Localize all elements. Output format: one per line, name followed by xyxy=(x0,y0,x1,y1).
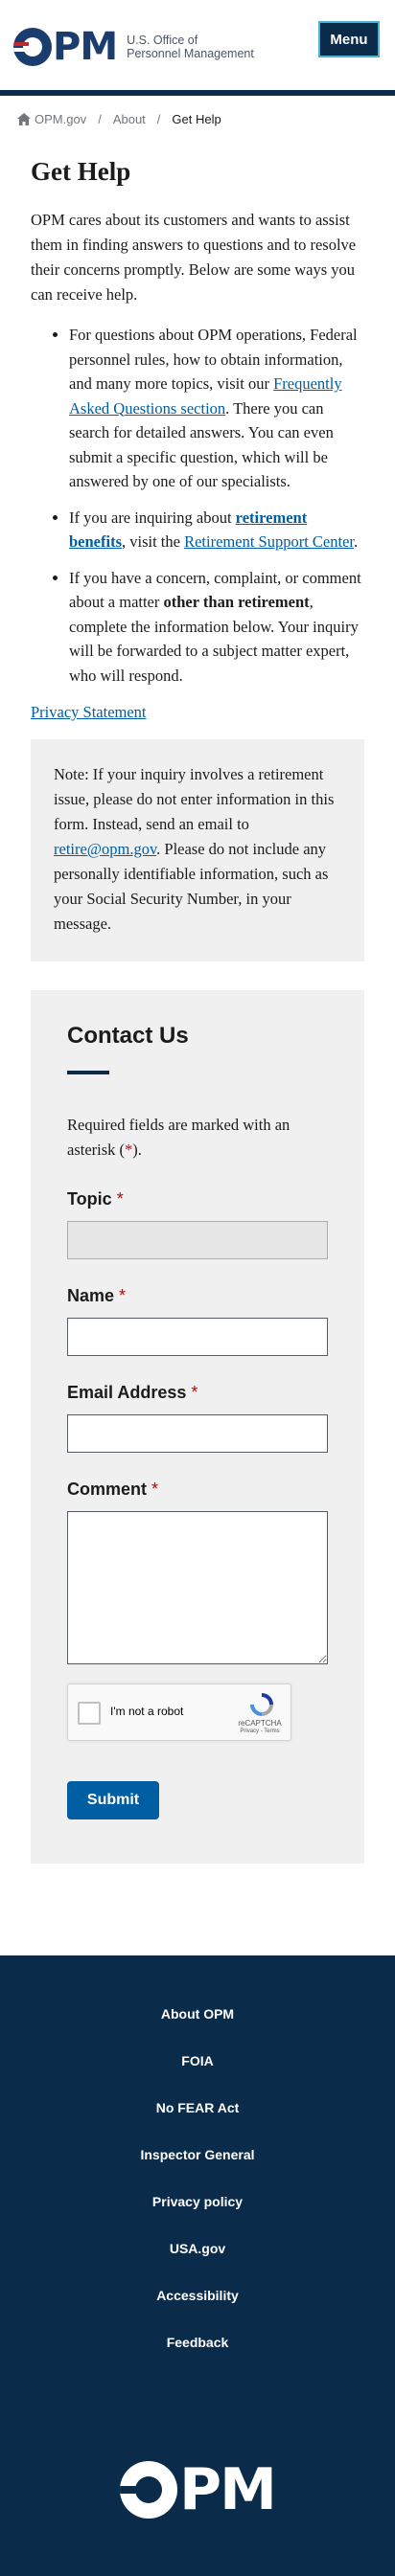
site-header: PM U.S. Office of Personnel Management M… xyxy=(0,0,395,96)
logo-line-1: U.S. Office of xyxy=(127,34,198,47)
footer-links: About OPM FOIA No FEAR Act Inspector Gen… xyxy=(0,1990,395,2365)
breadcrumb-opm-gov[interactable]: OPM.gov xyxy=(35,112,86,126)
email-label: Email Address * xyxy=(67,1383,198,1402)
opm-logo-wordmark: PM xyxy=(53,25,118,69)
breadcrumb-current: Get Help xyxy=(172,111,221,126)
name-input[interactable] xyxy=(67,1318,328,1356)
retire-email-link[interactable]: retire@opm.gov xyxy=(54,840,156,858)
footer-list-item: No FEAR Act xyxy=(0,2084,395,2131)
privacy-statement-link[interactable]: Privacy Statement xyxy=(31,703,364,722)
main-content: Get Help OPM cares about its customers a… xyxy=(0,157,395,1864)
breadcrumb-separator: / xyxy=(98,111,102,126)
form-title: Contact Us xyxy=(67,1023,189,1049)
help-options-list: For questions about OPM operations, Fede… xyxy=(31,323,364,688)
list-item-faq: For questions about OPM operations, Fede… xyxy=(69,323,364,494)
footer-link-accessibility[interactable]: Accessibility xyxy=(156,2288,239,2303)
footer-link-feedback[interactable]: Feedback xyxy=(167,2335,229,2350)
footer-list-item: Accessibility xyxy=(0,2271,395,2318)
name-label: Name * xyxy=(67,1286,127,1305)
other-than-retirement-emphasis: other than retirement xyxy=(163,593,310,611)
footer-list-item: Privacy policy xyxy=(0,2178,395,2225)
site-footer: About OPM FOIA No FEAR Act Inspector Gen… xyxy=(0,1955,395,2576)
list-item-retirement: If you are inquiring about retirement be… xyxy=(69,506,364,554)
footer-link-usa-gov[interactable]: USA.gov xyxy=(170,2241,225,2256)
recaptcha-terms[interactable]: Privacy - Terms xyxy=(235,1729,285,1734)
recaptcha-label: I'm not a robot xyxy=(110,1705,184,1718)
topic-select[interactable] xyxy=(67,1221,328,1259)
breadcrumb-about[interactable]: About xyxy=(113,112,146,126)
footer-link-about-opm[interactable]: About OPM xyxy=(161,2006,234,2022)
title-divider xyxy=(67,1071,109,1074)
comment-label: Comment * xyxy=(67,1480,159,1499)
footer-list-item: Inspector General xyxy=(0,2131,395,2178)
footer-list-item: USA.gov xyxy=(0,2225,395,2271)
footer-opm-logo: PM xyxy=(0,2461,395,2519)
footer-logo-wordmark: PM xyxy=(179,2456,277,2523)
opm-logo-o-icon xyxy=(13,28,52,66)
opm-logomark: PM xyxy=(13,25,118,69)
topic-label: Topic * xyxy=(67,1189,124,1209)
footer-list-item: About OPM xyxy=(0,1990,395,2037)
footer-list-item: Feedback xyxy=(0,2318,395,2365)
footer-link-foia[interactable]: FOIA xyxy=(181,2053,213,2068)
submit-button[interactable]: Submit xyxy=(67,1781,159,1819)
contact-form: Contact Us Required fields are marked wi… xyxy=(31,990,364,1864)
required-fields-note: Required fields are marked with an aster… xyxy=(67,1116,290,1159)
intro-paragraph: OPM cares about its customers and wants … xyxy=(31,211,357,304)
email-input[interactable] xyxy=(67,1414,328,1453)
retirement-note: Note: If your inquiry involves a retirem… xyxy=(31,739,364,961)
opm-logo[interactable]: PM U.S. Office of Personnel Management xyxy=(13,28,254,66)
recaptcha-checkbox[interactable] xyxy=(78,1702,101,1725)
comment-textarea[interactable] xyxy=(67,1511,328,1664)
opm-logo-text: U.S. Office of Personnel Management xyxy=(127,34,254,60)
breadcrumb: OPM.gov / About / Get Help xyxy=(0,96,395,134)
logo-line-2: Personnel Management xyxy=(127,47,254,60)
recaptcha-widget: I'm not a robot reCAPTCHA Privacy - Term… xyxy=(67,1683,291,1741)
footer-link-no-fear-act[interactable]: No FEAR Act xyxy=(156,2100,240,2115)
menu-button[interactable]: Menu xyxy=(318,21,380,57)
breadcrumb-separator: / xyxy=(156,111,161,126)
footer-link-inspector-general[interactable]: Inspector General xyxy=(140,2147,254,2162)
list-item-other: If you have a concern, complaint, or com… xyxy=(69,566,364,689)
retirement-support-center-link[interactable]: Retirement Support Center xyxy=(184,532,354,551)
home-icon xyxy=(17,112,31,125)
page-title: Get Help xyxy=(31,157,131,186)
recaptcha-brand: reCAPTCHA xyxy=(238,1719,282,1728)
footer-logo-o-icon xyxy=(120,2461,178,2519)
footer-list-item: FOIA xyxy=(0,2037,395,2084)
recaptcha-logo-icon xyxy=(250,1693,273,1716)
footer-link-privacy-policy[interactable]: Privacy policy xyxy=(152,2194,243,2209)
